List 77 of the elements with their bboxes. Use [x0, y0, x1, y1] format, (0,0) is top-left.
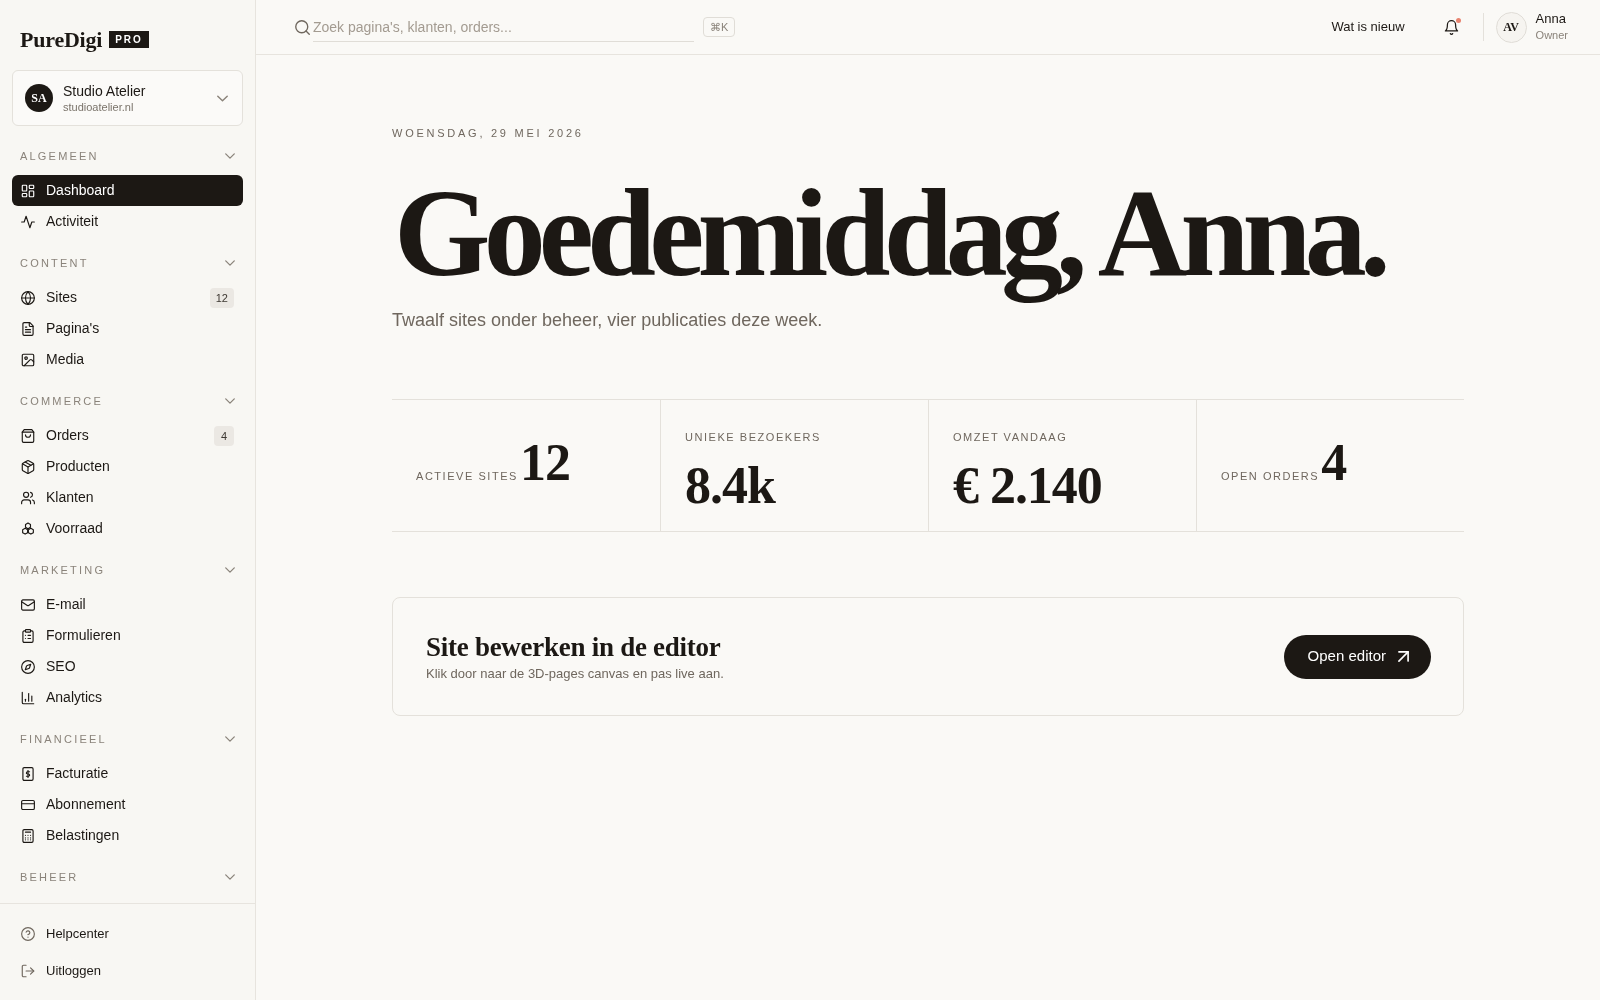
- logo-wordmark: PureDigi: [20, 27, 103, 53]
- help-icon: [21, 926, 35, 941]
- stat-value: € 2.140: [953, 460, 1102, 512]
- stat-label: OMZET VANDAAG: [953, 430, 1068, 445]
- plan-badge: PRO: [109, 31, 149, 48]
- count-badge: 4: [214, 425, 234, 446]
- summary-text: Twaalf sites onder beheer, vier publicaties deze week.: [392, 309, 823, 332]
- stat-label: ACTIEVE SITES: [416, 469, 518, 484]
- nav-item[interactable]: Dashboard: [12, 175, 243, 206]
- nav-item[interactable]: Sites 12: [12, 282, 243, 313]
- stat-label: UNIEKE BEZOEKERS: [685, 430, 821, 445]
- card-description: Klik door naar de 3D-pages canvas en pas live aan.: [426, 664, 724, 683]
- shortcut-badge: ⌘K: [703, 17, 736, 37]
- bell-icon: [1443, 19, 1459, 35]
- nav-item[interactable]: Abonnement: [12, 789, 243, 820]
- stat-label: OPEN ORDERS: [1221, 469, 1320, 484]
- nav-item[interactable]: Media: [12, 344, 243, 375]
- shopping-bag-icon: [21, 428, 35, 443]
- chevron-down-icon: [217, 92, 228, 104]
- footer-link[interactable]: Uitloggen: [12, 955, 243, 986]
- stat-value: 8.4k: [685, 460, 775, 512]
- user-menu[interactable]: AV Anna Owner: [1495, 11, 1568, 43]
- nav-item[interactable]: Pagina's: [12, 313, 243, 344]
- stat-value: 12: [519, 437, 570, 489]
- nav-item[interactable]: Analytics: [12, 682, 243, 713]
- chevron-down-icon: [225, 151, 235, 161]
- bar-chart-icon: [21, 690, 35, 705]
- logout-icon: [21, 963, 35, 978]
- package-icon: [21, 459, 35, 474]
- nav-item[interactable]: Belastingen: [12, 820, 243, 851]
- nav-item[interactable]: Orders 4: [12, 420, 243, 451]
- open-editor-button[interactable]: Open editor: [1283, 634, 1431, 679]
- greeting-heading: Goedemiddag, Anna.: [393, 164, 1386, 305]
- nav-item[interactable]: SEO: [12, 651, 243, 682]
- arrow-up-right-icon: [1398, 651, 1409, 662]
- nav-item[interactable]: Facturatie: [12, 758, 243, 789]
- whats-new-link[interactable]: Wat is nieuw: [1331, 17, 1405, 37]
- credit-card-icon: [21, 797, 35, 812]
- card-title: Site bewerken in de editor: [426, 630, 721, 663]
- nav-item[interactable]: Voorraad: [12, 513, 243, 544]
- nav-item[interactable]: Activiteit: [12, 206, 243, 237]
- calculator-icon: [21, 828, 35, 843]
- section-header[interactable]: BEHEER: [12, 862, 243, 892]
- receipt-icon: [21, 766, 35, 781]
- chevron-down-icon: [225, 396, 235, 406]
- layout-grid-icon: [21, 183, 35, 198]
- workspace-avatar: SA: [25, 84, 53, 112]
- footer-link[interactable]: Helpcenter: [12, 918, 243, 949]
- nav-item[interactable]: Producten: [12, 451, 243, 482]
- date-label: WOENSDAG, 29 MEI 2026: [392, 126, 584, 141]
- section-header[interactable]: ALGEMEEN: [12, 141, 243, 171]
- count-badge: 12: [209, 287, 234, 308]
- boxes-icon: [21, 521, 35, 536]
- search-icon: [295, 19, 310, 35]
- image-icon: [21, 352, 35, 367]
- clipboard-icon: [21, 628, 35, 643]
- stat-value: 4: [1321, 437, 1347, 489]
- mail-icon: [21, 597, 35, 612]
- nav-item[interactable]: E-mail: [12, 589, 243, 620]
- search-field[interactable]: Zoek pagina's, klanten, orders...: [313, 12, 694, 42]
- section-header[interactable]: FINANCIEEL: [12, 724, 243, 754]
- section-header[interactable]: COMMERCE: [12, 386, 243, 416]
- chevron-down-icon: [225, 565, 235, 575]
- chevron-down-icon: [225, 734, 235, 744]
- section-header[interactable]: MARKETING: [12, 555, 243, 585]
- pulse-icon: [21, 214, 35, 229]
- nav-item[interactable]: Klanten: [12, 482, 243, 513]
- nav-item[interactable]: Formulieren: [12, 620, 243, 651]
- user-avatar: AV: [1495, 11, 1527, 43]
- document-icon: [21, 321, 35, 336]
- chevron-down-icon: [225, 258, 235, 268]
- globe-icon: [21, 290, 35, 305]
- section-header[interactable]: CONTENT: [12, 248, 243, 278]
- chevron-down-icon: [225, 872, 235, 882]
- compass-icon: [21, 659, 35, 674]
- workspace-switcher[interactable]: SA Studio Atelier studioatelier.nl: [12, 70, 243, 126]
- users-icon: [21, 490, 35, 505]
